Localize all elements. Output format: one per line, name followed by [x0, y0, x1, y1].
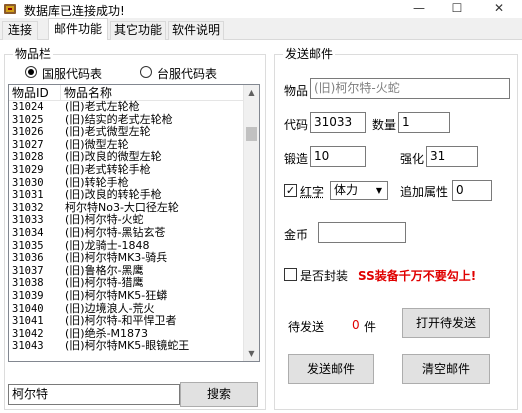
item-name-cell: (旧)老式转轮手枪 — [65, 162, 151, 176]
extra-attr-label: 追加属性 — [400, 185, 449, 199]
radio-tw-code-table-label: 台服代码表 — [157, 67, 218, 81]
list-item[interactable]: 31026 (旧)老式微型左轮 — [9, 126, 245, 139]
seal-checkbox[interactable] — [284, 268, 297, 281]
item-id-cell: 31030 — [12, 176, 44, 189]
item-name-cell: (旧)老式左轮枪 — [65, 100, 140, 113]
app-icon — [4, 4, 16, 14]
item-id-cell: 31038 — [12, 277, 44, 290]
list-scrollbar[interactable]: ▲ ▼ — [243, 85, 259, 361]
item-name-cell: (旧)改良的转轮手枪 — [65, 188, 162, 202]
send-mail-button[interactable]: 发送邮件 — [288, 354, 374, 384]
gold-label: 金币 — [284, 228, 309, 242]
quantity-field[interactable]: 1 — [398, 112, 450, 133]
item-id-cell: 31039 — [12, 289, 44, 302]
ss-warning-text: SS装备千万不要勾上! — [358, 269, 477, 283]
item-id-cell: 31042 — [12, 327, 44, 340]
list-item[interactable]: 31036 (旧)柯尔特MK3-骑兵 — [9, 252, 245, 265]
item-label: 物品 — [284, 84, 309, 98]
radio-cn-code-table[interactable] — [25, 66, 37, 78]
item-list[interactable]: 物品ID 物品名称 31024 (旧)老式左轮枪 31025 (旧)结实的老式左轮枪 3… — [8, 84, 260, 362]
list-item[interactable]: 31031 (旧)改良的转轮手枪 — [9, 189, 245, 202]
item-id-cell: 31025 — [12, 113, 44, 126]
gold-field[interactable] — [318, 222, 406, 243]
extra-attr-field[interactable]: 0 — [452, 180, 492, 201]
search-button[interactable]: 搜索 — [180, 382, 258, 407]
tab-other[interactable]: 其它功能 — [110, 21, 166, 40]
code-label: 代码 — [284, 118, 309, 132]
quantity-label: 数量 — [372, 118, 397, 132]
item-id-cell: 31035 — [12, 239, 44, 252]
item-id-cell: 31026 — [12, 126, 44, 139]
tab-mail[interactable]: 邮件功能 — [48, 18, 108, 41]
item-id-cell: 31040 — [12, 302, 44, 315]
list-item[interactable]: 31043 (旧)柯尔特MK5-眼镜蛇王 — [9, 340, 245, 353]
pending-label: 待发送 — [288, 320, 325, 334]
item-id-cell: 31024 — [12, 101, 44, 113]
column-header-name[interactable]: 物品名称 — [61, 85, 245, 101]
item-id-cell: 31034 — [12, 226, 44, 239]
pending-count: 0 — [352, 318, 360, 332]
item-id-cell: 31032 — [12, 201, 44, 214]
red-text-checkbox[interactable]: ✓ — [284, 184, 297, 197]
list-item[interactable]: 31041 (旧)柯尔特-和平悍卫者 — [9, 314, 245, 328]
tab-readme[interactable]: 软件说明 — [168, 21, 224, 40]
minimize-button[interactable]: — — [404, 0, 434, 18]
list-item[interactable]: 31024 (旧)老式左轮枪 — [9, 100, 245, 114]
items-group-title: 物品栏 — [13, 47, 54, 61]
scroll-down-icon[interactable]: ▼ — [244, 346, 259, 361]
seal-label: 是否封装 — [300, 269, 349, 283]
list-rows: 31024 (旧)老式左轮枪 31025 (旧)结实的老式左轮枪 31026 (旧)老式微… — [9, 100, 245, 353]
item-id-cell: 31036 — [12, 252, 44, 265]
item-name-field[interactable]: (旧)柯尔特-火蛇 — [310, 78, 510, 99]
send-mail-group-title: 发送邮件 — [283, 47, 336, 61]
chevron-down-icon: ▼ — [375, 186, 383, 195]
list-item[interactable]: 31039 (旧)柯尔特MK5-狂蟒 — [9, 288, 245, 303]
forge-field[interactable]: 10 — [310, 146, 366, 167]
window-title: 数据库已连接成功! — [24, 4, 125, 18]
item-id-cell: 31028 — [12, 151, 44, 164]
radio-tw-code-table[interactable] — [140, 66, 152, 78]
item-name-cell: (旧)柯尔特-黑钻玄苍 — [65, 225, 166, 239]
item-id-cell: 31029 — [12, 163, 44, 176]
item-search-input[interactable]: 柯尔特 — [8, 384, 180, 405]
item-name-cell: (旧)柯尔特-和平悍卫者 — [65, 314, 177, 328]
red-text-label: 红字 — [300, 185, 325, 199]
clear-mail-button[interactable]: 清空邮件 — [402, 354, 490, 384]
item-name-cell: (旧)老式微型左轮 — [65, 125, 151, 139]
mail-function-panel: 物品栏 国服代码表 台服代码表 物品ID 物品名称 31024 (旧)老式左轮枪 3… — [0, 40, 522, 413]
item-name-cell: (旧)柯尔特MK5-眼镜蛇王 — [65, 339, 190, 353]
code-field[interactable]: 31033 — [310, 112, 366, 133]
item-id-cell: 31043 — [12, 340, 44, 353]
item-id-cell: 31027 — [12, 138, 44, 151]
item-id-cell: 31037 — [12, 264, 44, 277]
tab-connect[interactable]: 连接 — [2, 21, 38, 40]
item-id-cell: 31031 — [12, 189, 44, 202]
list-header: 物品ID 物品名称 — [9, 85, 245, 101]
tab-bar: 连接 邮件功能 其它功能 软件说明 — [0, 18, 522, 41]
enhance-field[interactable]: 31 — [426, 146, 478, 167]
open-pending-button[interactable]: 打开待发送 — [402, 308, 490, 338]
scroll-up-icon[interactable]: ▲ — [244, 85, 259, 100]
close-button[interactable]: ✕ — [484, 0, 514, 18]
title-bar: 数据库已连接成功! — ☐ ✕ — [0, 0, 522, 18]
list-item[interactable]: 31034 (旧)柯尔特-黑钻玄苍 — [9, 225, 245, 240]
maximize-button[interactable]: ☐ — [442, 0, 472, 18]
attribute-select-value: 体力 — [334, 183, 359, 197]
item-id-cell: 31033 — [12, 214, 44, 227]
enhance-label: 强化 — [400, 152, 425, 166]
list-item[interactable]: 31029 (旧)老式转轮手枪 — [9, 162, 245, 177]
item-name-cell: (旧)柯尔特MK5-狂蟒 — [65, 288, 168, 302]
item-id-cell: 31041 — [12, 315, 44, 328]
item-name-cell: (旧)柯尔特MK3-骑兵 — [65, 251, 168, 265]
scroll-thumb[interactable] — [246, 127, 257, 141]
column-header-id[interactable]: 物品ID — [9, 85, 61, 101]
radio-cn-code-table-label: 国服代码表 — [42, 67, 103, 81]
attribute-select[interactable]: 体力 ▼ — [330, 181, 388, 200]
forge-label: 锻造 — [284, 152, 309, 166]
pending-unit: 件 — [364, 320, 377, 334]
